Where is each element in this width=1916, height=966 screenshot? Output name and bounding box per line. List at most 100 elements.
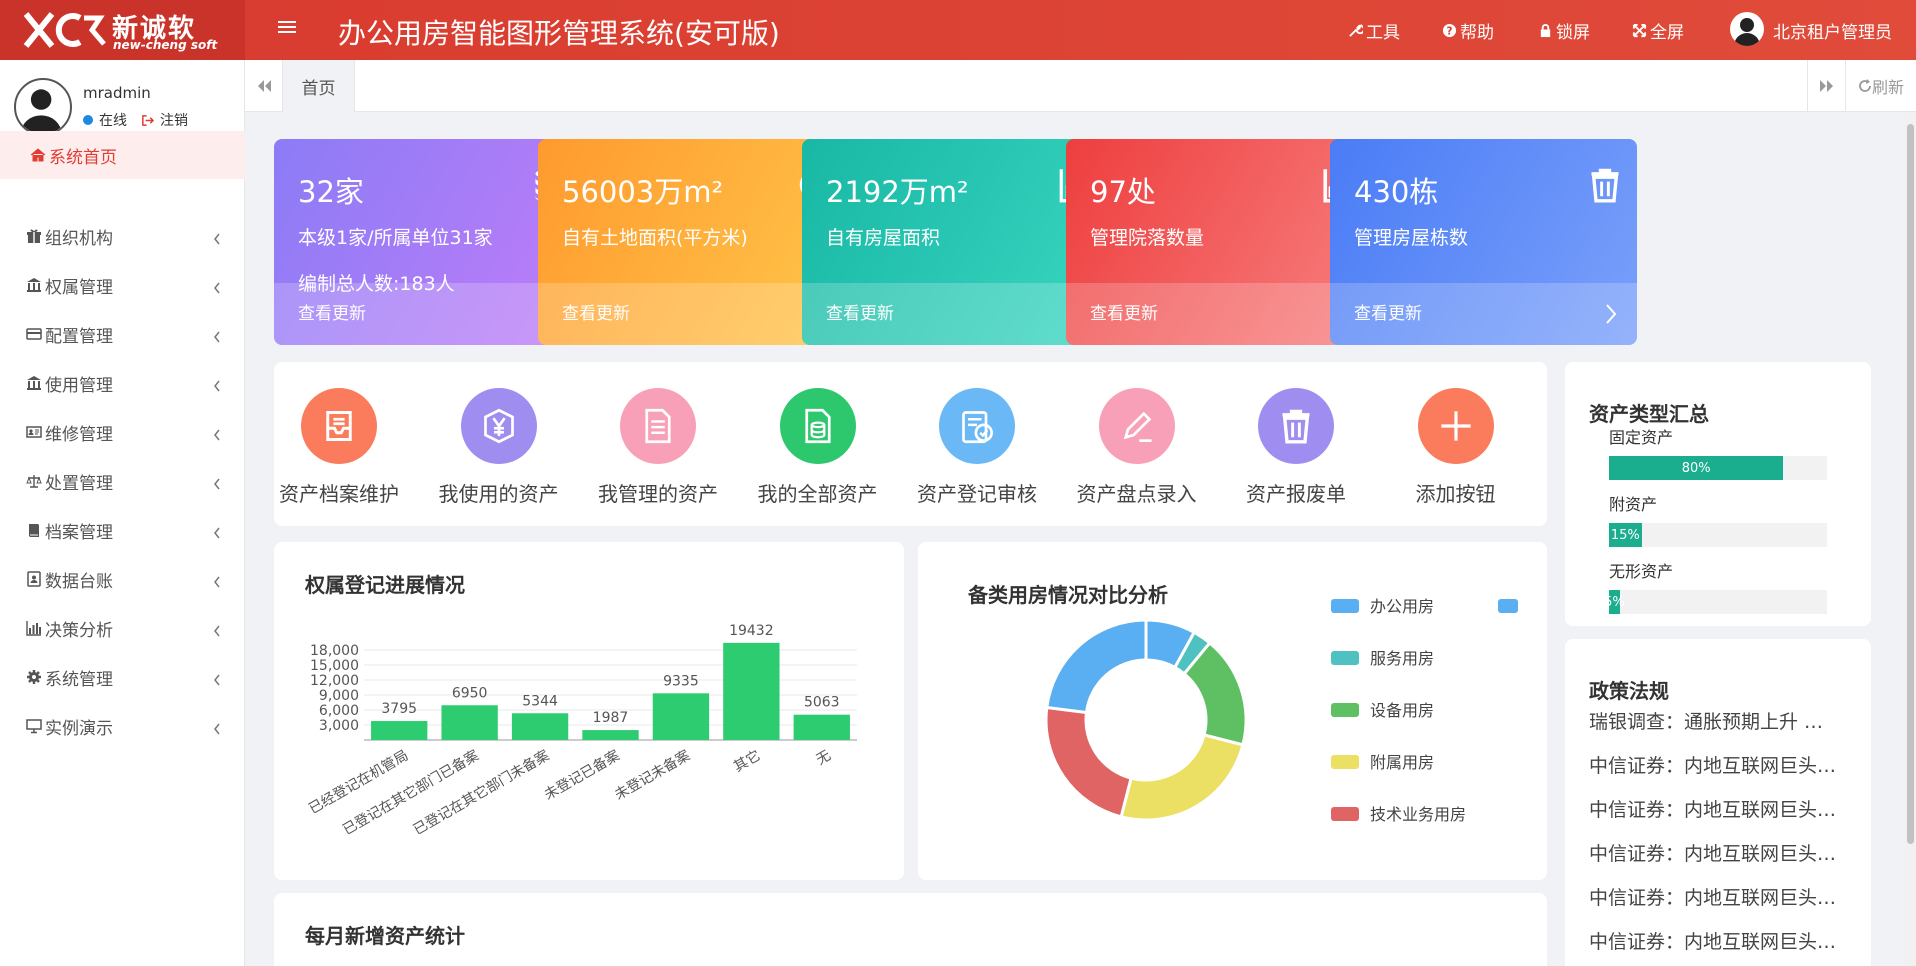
- quick-action-button[interactable]: 资产档案维护: [264, 388, 414, 507]
- tab-home[interactable]: 首页: [283, 60, 355, 112]
- legend-label[interactable]: 服务用房: [1370, 649, 1434, 668]
- stat-value: 56003万m²: [562, 175, 724, 209]
- stat-card-footer[interactable]: 查看更新: [802, 283, 1109, 345]
- view-update-link[interactable]: 查看更新: [1354, 299, 1422, 324]
- stat-card: 97处 管理院落数量 查看更新: [1066, 139, 1373, 345]
- quick-action-button[interactable]: 我管理的资产: [583, 388, 733, 507]
- policy-item[interactable]: 中信证券：内地互联网巨头…: [1589, 883, 1859, 910]
- legend-swatch[interactable]: [1331, 599, 1359, 613]
- y-tick-label: 18,000: [310, 643, 359, 659]
- logo-subtext: new-cheng soft: [113, 38, 218, 52]
- stat-label: 本级1家/所属单位31家: [298, 227, 493, 249]
- policy-item[interactable]: 中信证券：内地互联网巨头…: [1589, 839, 1859, 866]
- pen-icon[interactable]: [1098, 388, 1175, 464]
- quick-action-button[interactable]: 我的全部资产: [743, 388, 893, 507]
- home-icon: [30, 147, 46, 163]
- view-update-link[interactable]: 查看更新: [826, 299, 894, 324]
- tab-scroll-right-button[interactable]: [1807, 60, 1845, 112]
- stat-card: 430栋 管理房屋栋数 查看更新: [1330, 139, 1637, 345]
- asset-type-name: 固定资产: [1609, 428, 1674, 447]
- chevron-left-icon: [213, 377, 221, 392]
- scrollbar-thumb[interactable]: [1907, 124, 1914, 844]
- quick-action-button[interactable]: 资产登记审核: [902, 388, 1052, 507]
- trash-icon[interactable]: [1258, 388, 1334, 464]
- chevron-right-icon[interactable]: [1605, 303, 1617, 325]
- quick-action-button[interactable]: 资产盘点录入: [1062, 388, 1212, 507]
- sidebar-item-11[interactable]: 实例演示: [0, 697, 245, 755]
- quick-actions-panel: 资产档案维护 我使用的资产 我管理的资产 我的全部资产 资产登记审核 资产盘点录入 资产报废…: [274, 362, 1547, 526]
- sidebar-item-0[interactable]: 系统首页: [0, 131, 245, 179]
- stat-card-footer[interactable]: 查看更新: [1330, 283, 1637, 345]
- help-link[interactable]: ? 帮助: [1442, 18, 1494, 43]
- legend-swatch[interactable]: [1331, 755, 1359, 769]
- lock-icon: [1540, 24, 1551, 38]
- chevron-left-icon: [213, 426, 221, 441]
- legend-label[interactable]: 办公用房: [1370, 597, 1434, 616]
- book-icon: [26, 522, 42, 538]
- legend-label[interactable]: 附属用房: [1370, 753, 1434, 772]
- stat-card-footer[interactable]: 查看更新: [538, 283, 845, 345]
- view-update-link[interactable]: 查看更新: [298, 299, 366, 324]
- donut-slice[interactable]: [1045, 618, 1148, 715]
- user-avatar[interactable]: [1730, 12, 1764, 46]
- quick-action-button[interactable]: 资产报废单: [1221, 388, 1371, 507]
- svg-text:?: ?: [1447, 25, 1453, 37]
- legend-label[interactable]: 设备用房: [1370, 701, 1434, 720]
- online-status: 在线 注销: [83, 110, 188, 130]
- bar-value-label: 9335: [663, 673, 699, 689]
- logo-mark-icon: [23, 12, 106, 48]
- legend-swatch[interactable]: [1331, 703, 1359, 717]
- bar-value-label: 3795: [381, 701, 417, 717]
- refresh-button[interactable]: 刷新: [1845, 60, 1916, 112]
- bar-chart: 3,0006,0009,00012,00015,00018,0003795已经登…: [306, 623, 857, 838]
- donut-slice[interactable]: [1044, 705, 1133, 819]
- expand-icon: [1632, 23, 1647, 38]
- donut-slice[interactable]: [1119, 733, 1245, 822]
- legend-swatch[interactable]: [1331, 651, 1359, 665]
- stat-label: 自有土地面积(平方米): [562, 227, 748, 249]
- plus-icon[interactable]: [1417, 388, 1494, 464]
- document-icon[interactable]: [620, 388, 696, 464]
- legend-label[interactable]: 技术业务用房: [1370, 805, 1466, 824]
- stat-card-footer[interactable]: 查看更新: [274, 283, 581, 345]
- stat-card-footer[interactable]: 查看更新: [1066, 283, 1373, 345]
- legend-swatch[interactable]: [1331, 807, 1359, 821]
- chevron-left-icon: [213, 573, 221, 588]
- quick-action-button[interactable]: 添加按钮: [1381, 388, 1531, 507]
- stat-value: 32家: [298, 175, 364, 209]
- sidebar-item-label: 使用管理: [45, 375, 113, 396]
- menu-toggle-button[interactable]: [278, 18, 296, 36]
- scrollbar[interactable]: [1905, 112, 1916, 966]
- lock-link[interactable]: 锁屏: [1538, 18, 1590, 43]
- tools-link[interactable]: 工具: [1348, 18, 1400, 43]
- file-db-icon[interactable]: [779, 388, 856, 464]
- quick-action-button[interactable]: 我使用的资产: [424, 388, 574, 507]
- donut-chart: 办公用房服务用房设备用房附属用房技术业务用房: [1044, 597, 1518, 824]
- stat-value: 430栋: [1354, 175, 1439, 209]
- sidebar-item-label: 权属管理: [45, 277, 113, 298]
- yen-shield-icon[interactable]: [460, 388, 537, 464]
- chevron-left-icon: [213, 279, 221, 294]
- logout-link[interactable]: 注销: [141, 110, 188, 130]
- y-tick-label: 6,000: [319, 703, 359, 719]
- bar-value-label: 19432: [729, 623, 774, 639]
- inbox-icon[interactable]: [301, 388, 377, 464]
- policy-item[interactable]: 瑞银调查：通胀预期上升 …: [1589, 707, 1859, 734]
- fullscreen-link[interactable]: 全屏: [1632, 18, 1684, 43]
- legend-swatch[interactable]: [1498, 599, 1518, 613]
- quick-action-label: 添加按钮: [1415, 482, 1496, 506]
- y-tick-label: 9,000: [319, 688, 359, 704]
- view-update-link[interactable]: 查看更新: [1090, 299, 1158, 324]
- quick-action-label: 资产档案维护: [279, 482, 399, 506]
- bar-value-label: 1987: [593, 710, 629, 726]
- view-update-link[interactable]: 查看更新: [562, 299, 630, 324]
- tab-scroll-left-button[interactable]: [245, 60, 283, 112]
- bar-value-label: 6950: [452, 685, 488, 701]
- user-name[interactable]: 北京租户管理员: [1773, 18, 1892, 43]
- policy-item[interactable]: 中信证券：内地互联网巨头…: [1589, 795, 1859, 822]
- logout-label: 注销: [160, 113, 188, 129]
- monthly-assets-title: 每月新增资产统计: [305, 924, 465, 948]
- policy-item[interactable]: 中信证券：内地互联网巨头…: [1589, 927, 1859, 954]
- clipboard-check-icon[interactable]: [939, 388, 1015, 464]
- policy-item[interactable]: 中信证券：内地互联网巨头…: [1589, 751, 1859, 778]
